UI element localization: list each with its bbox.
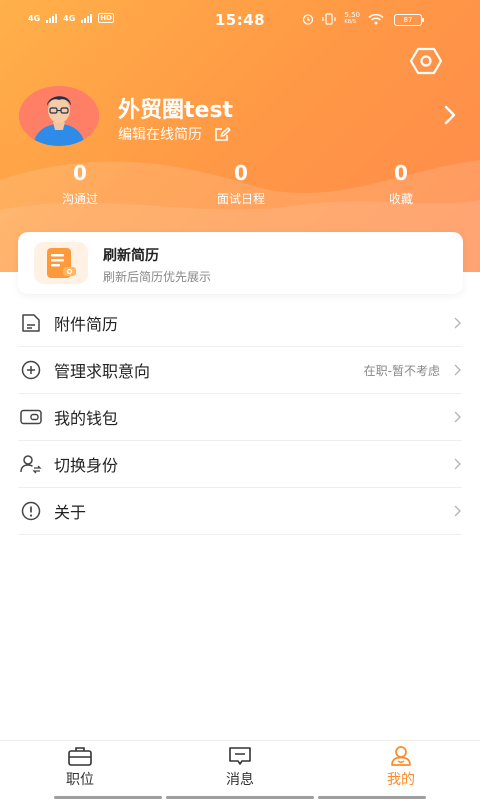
menu-item-label: 关于 — [54, 503, 87, 522]
stat-value: 0 — [234, 161, 248, 185]
status-right-icons: 5.50 KB/S — [302, 12, 384, 26]
menu-item-switch-identity[interactable]: 切换身份 — [18, 441, 462, 488]
menu-item-label: 管理求职意向 — [54, 362, 151, 381]
tab-jobs[interactable]: 职位 — [40, 745, 120, 789]
battery-icon: 87 — [394, 14, 424, 26]
speed-indicator: 5.50 KB/S — [344, 12, 360, 26]
info-icon — [19, 499, 43, 523]
gesture-bar-left — [54, 796, 162, 799]
tab-label: 职位 — [66, 772, 94, 788]
edit-icon — [215, 126, 231, 141]
document-icon — [19, 311, 43, 335]
status-bar: 4G 4G HD 15:48 5.50 KB/S 87 — [0, 0, 480, 40]
wallet-icon — [19, 405, 43, 429]
plus-circle-icon — [19, 358, 43, 382]
avatar[interactable] — [19, 86, 99, 146]
tab-mine[interactable]: 我的 — [361, 745, 441, 789]
stat-interviews[interactable]: 0 面试日程 — [181, 160, 301, 207]
stat-favorites[interactable]: 0 收藏 — [341, 160, 461, 207]
gesture-bar-right — [318, 796, 426, 799]
stats-row: 0 沟通过 0 面试日程 0 收藏 — [0, 160, 480, 216]
tab-label: 我的 — [387, 772, 415, 788]
stat-label: 沟通过 — [61, 192, 98, 206]
wifi-icon — [368, 13, 384, 25]
tab-label: 消息 — [226, 772, 254, 788]
chevron-right-icon — [454, 505, 461, 517]
chevron-right-icon — [454, 411, 461, 423]
menu-list: 附件简历 管理求职意向 在职-暂不考虑 我的钱包 切换身份 关于 — [18, 300, 462, 535]
menu-item-label: 附件简历 — [54, 315, 119, 334]
settings-icon[interactable] — [409, 46, 443, 76]
switch-user-icon — [19, 452, 43, 476]
menu-item-wallet[interactable]: 我的钱包 — [18, 394, 462, 441]
speed-unit: KB/S — [344, 19, 356, 25]
chevron-right-icon — [454, 364, 461, 376]
refresh-resume-subtitle: 刷新后简历优先展示 — [103, 270, 212, 284]
chevron-right-icon — [454, 458, 461, 470]
chevron-right-icon — [454, 317, 461, 329]
gesture-bar-center — [166, 796, 314, 799]
bottom-tab-bar: 职位 消息 我的 — [0, 740, 480, 800]
menu-item-about[interactable]: 关于 — [18, 488, 462, 535]
stat-value: 0 — [394, 161, 408, 185]
refresh-resume-icon — [34, 242, 88, 284]
stat-label: 面试日程 — [216, 192, 265, 206]
menu-item-job-intention[interactable]: 管理求职意向 在职-暂不考虑 — [18, 347, 462, 394]
message-icon — [229, 747, 251, 765]
menu-item-label: 我的钱包 — [54, 409, 119, 428]
refresh-resume-card[interactable]: 刷新简历 刷新后简历优先展示 — [18, 232, 463, 294]
refresh-resume-title: 刷新简历 — [103, 248, 159, 264]
alarm-icon — [303, 14, 314, 25]
menu-item-attachment-resume[interactable]: 附件简历 — [18, 300, 462, 347]
tab-messages[interactable]: 消息 — [200, 745, 280, 789]
stat-label: 收藏 — [388, 192, 413, 206]
vibrate-icon — [322, 13, 337, 25]
briefcase-icon — [68, 747, 92, 766]
menu-item-label: 切换身份 — [54, 456, 119, 475]
avatar-illustration — [19, 86, 99, 146]
resume-document-icon — [47, 248, 76, 278]
stat-contacted[interactable]: 0 沟通过 — [20, 160, 140, 207]
profile-chevron-right-icon[interactable] — [440, 104, 460, 126]
edit-resume-link[interactable]: 编辑在线简历 — [118, 124, 231, 144]
battery-level: 87 — [403, 16, 413, 24]
speed-value: 5.50 — [344, 11, 360, 19]
stat-value: 0 — [73, 161, 87, 185]
person-icon — [391, 746, 411, 766]
profile-name: 外贸圈test — [118, 98, 234, 123]
edit-resume-label: 编辑在线简历 — [118, 127, 202, 143]
menu-item-value: 在职-暂不考虑 — [363, 363, 440, 378]
